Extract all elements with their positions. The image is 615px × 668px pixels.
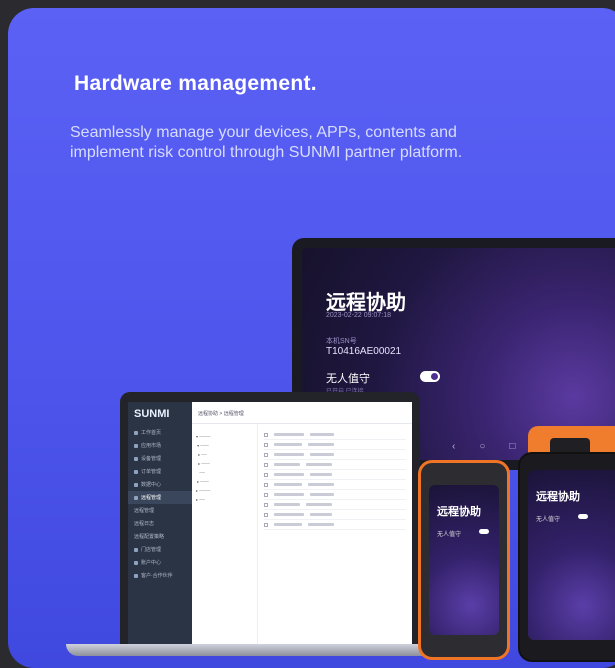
laptop-sidebar: SUNMI 工作首页 应用市场 设备管理 订单管理 数据中心 远程管理 远程管理…: [128, 402, 192, 648]
pos-title: 远程协助: [536, 490, 580, 503]
sidebar-item[interactable]: 设备管理: [128, 452, 192, 465]
tablet-title: 远程协助: [326, 290, 406, 314]
card-heading: Hardware management.: [74, 72, 317, 95]
tablet-subtitle: 2023-02-22 09:07:18: [326, 312, 391, 319]
card-description: Seamlessly manage your devices, APPs, co…: [70, 124, 463, 161]
nav-home-icon[interactable]: ○: [479, 441, 485, 452]
tablet-nav-bar: ‹ ○ □: [452, 441, 515, 452]
table-row[interactable]: [264, 470, 406, 480]
handheld-toggle[interactable]: [479, 529, 489, 534]
nav-icon: [134, 547, 138, 552]
laptop-screen: SUNMI 工作首页 应用市场 设备管理 订单管理 数据中心 远程管理 远程管理…: [128, 402, 412, 648]
pos-option: 无人值守: [536, 516, 561, 523]
table-row[interactable]: [264, 430, 406, 440]
tablet-sn: T10416AE00021: [326, 346, 402, 357]
laptop-main: 远程协助 > 远程管理 ▾ ──── ▾ ─── ▸ ── ▸ ─── ── ▸…: [192, 402, 412, 648]
table-row[interactable]: [264, 480, 406, 490]
sidebar-item[interactable]: 客户·合作伙伴: [128, 569, 192, 582]
tablet-sn-label: 本机SN号: [326, 338, 357, 345]
handheld-title: 远程协助: [437, 505, 481, 518]
row-checkbox[interactable]: [264, 502, 268, 507]
hardware-card: Hardware management. Seamlessly manage y…: [8, 8, 615, 668]
row-checkbox[interactable]: [264, 452, 268, 457]
rugged-handheld: 远程协助 无人值守: [418, 460, 510, 660]
row-checkbox[interactable]: [264, 442, 268, 447]
laptop-device: SUNMI 工作首页 应用市场 设备管理 订单管理 数据中心 远程管理 远程管理…: [120, 392, 420, 648]
nav-icon: [134, 482, 138, 487]
tree-node[interactable]: ▾ ───: [196, 443, 253, 448]
tree-node[interactable]: ▸ ───: [196, 479, 253, 484]
sidebar-item[interactable]: 门店管理: [128, 543, 192, 556]
device-table: [258, 424, 412, 648]
row-checkbox[interactable]: [264, 522, 268, 527]
nav-icon: [134, 469, 138, 474]
table-row[interactable]: [264, 450, 406, 460]
table-row[interactable]: [264, 440, 406, 450]
nav-icon: [134, 430, 138, 435]
laptop-body: ▾ ──── ▾ ─── ▸ ── ▸ ─── ── ▸ ─── ▸ ──── …: [192, 424, 412, 648]
laptop-logo: SUNMI: [134, 408, 170, 420]
tree-node[interactable]: ▸ ──: [196, 452, 253, 457]
nav-icon: [134, 495, 138, 500]
row-checkbox[interactable]: [264, 472, 268, 477]
sidebar-subitem[interactable]: 远程配置策略: [128, 530, 192, 543]
handheld-screen: 远程协助 无人值守: [429, 485, 499, 635]
table-row[interactable]: [264, 490, 406, 500]
row-checkbox[interactable]: [264, 432, 268, 437]
row-checkbox[interactable]: [264, 512, 268, 517]
sidebar-subitem[interactable]: 远程管理: [128, 504, 192, 517]
sidebar-item-active[interactable]: 远程管理: [128, 491, 192, 504]
tree-node[interactable]: ▸ ──: [196, 497, 253, 502]
sidebar-item[interactable]: 账户中心: [128, 556, 192, 569]
tree-node[interactable]: ──: [196, 470, 253, 475]
sidebar-item[interactable]: 工作首页: [128, 426, 192, 439]
device-tree: ▾ ──── ▾ ─── ▸ ── ▸ ─── ── ▸ ─── ▸ ──── …: [192, 424, 258, 648]
laptop-breadcrumb: 远程协助 > 远程管理: [192, 402, 412, 424]
row-checkbox[interactable]: [264, 462, 268, 467]
table-row[interactable]: [264, 500, 406, 510]
tree-node[interactable]: ▾ ────: [196, 434, 253, 439]
pos-handheld: 远程协助 无人值守: [518, 452, 615, 662]
tablet-toggle[interactable]: [420, 371, 440, 382]
table-row[interactable]: [264, 520, 406, 530]
tablet-option-label: 无人值守: [326, 372, 370, 385]
nav-back-icon[interactable]: ‹: [452, 441, 455, 452]
nav-icon: [134, 573, 138, 578]
sidebar-subitem[interactable]: 远程日志: [128, 517, 192, 530]
sidebar-item[interactable]: 订单管理: [128, 465, 192, 478]
sidebar-item[interactable]: 数据中心: [128, 478, 192, 491]
nav-recent-icon[interactable]: □: [509, 441, 515, 452]
sidebar-item[interactable]: 应用市场: [128, 439, 192, 452]
nav-icon: [134, 560, 138, 565]
handheld-option: 无人值守: [437, 531, 462, 538]
row-checkbox[interactable]: [264, 482, 268, 487]
nav-icon: [134, 443, 138, 448]
pos-toggle[interactable]: [578, 514, 588, 519]
tree-node[interactable]: ▸ ────: [196, 488, 253, 493]
tree-node[interactable]: ▸ ───: [196, 461, 253, 466]
nav-icon: [134, 456, 138, 461]
row-checkbox[interactable]: [264, 492, 268, 497]
pos-screen: 远程协助 无人值守: [528, 470, 615, 640]
table-row[interactable]: [264, 460, 406, 470]
table-row[interactable]: [264, 510, 406, 520]
